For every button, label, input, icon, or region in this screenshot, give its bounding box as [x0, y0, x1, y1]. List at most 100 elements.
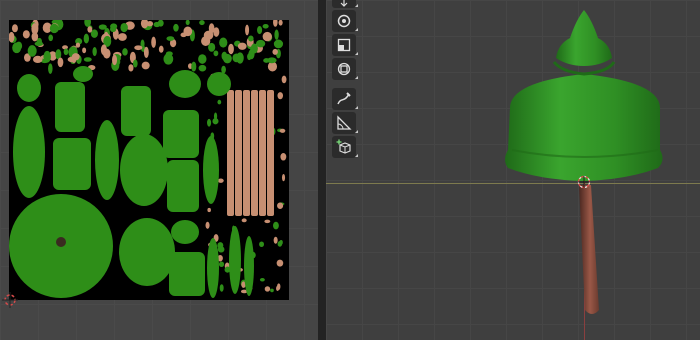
uv-island	[82, 47, 87, 54]
uv-island	[57, 57, 64, 68]
uv-island	[262, 31, 272, 42]
uv-island	[11, 24, 18, 33]
uv-island	[73, 66, 93, 82]
uv-island	[92, 47, 97, 57]
uv-island	[117, 33, 127, 41]
uv-island	[219, 261, 225, 268]
uv-island	[272, 48, 278, 55]
uv-island	[48, 63, 53, 74]
uv-island	[207, 72, 231, 96]
uv-island	[272, 221, 279, 230]
uv-island	[219, 37, 228, 48]
uv-island	[264, 286, 271, 292]
uv-island	[191, 61, 197, 72]
uv-island	[151, 36, 156, 48]
uv-island	[53, 138, 91, 190]
uv-island	[277, 241, 283, 247]
uv-island	[133, 59, 138, 68]
uv-island	[267, 57, 277, 64]
uv-island	[15, 41, 23, 51]
uv-island	[221, 65, 226, 74]
uv-editor[interactable]	[0, 0, 318, 340]
uv-island	[22, 30, 30, 39]
canopy-top	[556, 10, 612, 66]
uv-island	[163, 53, 174, 65]
uv-island	[217, 99, 222, 105]
3d-cursor-icon[interactable]	[2, 292, 18, 308]
uv-island	[229, 226, 241, 294]
uv-island	[203, 30, 214, 40]
uv-island	[223, 53, 232, 64]
uv-island	[273, 236, 278, 244]
uv-island	[169, 70, 201, 98]
uv-island	[62, 45, 68, 50]
uv-island	[122, 48, 128, 56]
uv-island	[98, 24, 107, 30]
uv-island	[280, 153, 287, 161]
uv-island	[158, 45, 164, 53]
uv-island	[277, 202, 284, 209]
uv-island	[110, 26, 117, 33]
uv-island	[213, 27, 220, 37]
uv-island	[281, 173, 286, 182]
uv-island	[212, 118, 219, 125]
uv-island	[34, 41, 44, 47]
uv-island	[228, 43, 234, 55]
uv-island	[32, 55, 43, 64]
uv-island	[13, 106, 45, 198]
uv-island	[43, 50, 51, 63]
uv-island	[270, 288, 274, 293]
uv-island	[232, 53, 241, 63]
uv-island	[48, 34, 54, 42]
uv-island	[250, 43, 258, 54]
uv-island	[100, 44, 107, 56]
uv-island	[49, 23, 59, 34]
uv-island	[166, 36, 175, 41]
uv-island	[203, 136, 219, 204]
uv-island	[278, 20, 283, 26]
uv-island	[264, 219, 271, 224]
uv-island	[183, 26, 193, 37]
uv-island	[169, 252, 205, 296]
uv-island	[75, 42, 81, 48]
uv-island	[34, 23, 39, 34]
uv-bark-strip	[267, 90, 274, 216]
uv-island	[31, 31, 39, 42]
uv-island	[120, 134, 168, 206]
uv-texture[interactable]	[9, 20, 289, 300]
uv-island	[128, 64, 134, 72]
uv-island	[241, 218, 247, 223]
uv-island	[95, 120, 119, 200]
uv-island	[134, 45, 143, 51]
uv-bark-strip	[259, 90, 266, 216]
uv-island	[163, 110, 199, 158]
uv-island	[119, 218, 175, 286]
uv-island	[205, 221, 210, 229]
uv-island	[277, 92, 284, 100]
canopy-base	[505, 74, 663, 181]
uv-island	[83, 33, 90, 44]
uv-island	[55, 82, 85, 132]
uv-island	[120, 22, 128, 33]
editor-divider[interactable]	[318, 0, 326, 340]
uv-island-hole	[56, 237, 66, 247]
uv-island	[141, 61, 150, 70]
uv-island	[27, 45, 37, 57]
tree-model[interactable]	[326, 0, 700, 340]
uv-island	[87, 26, 93, 33]
uv-island	[276, 259, 284, 267]
3d-viewport[interactable]	[326, 0, 700, 340]
uv-island	[112, 54, 118, 66]
uv-island	[257, 26, 263, 35]
uv-island	[207, 118, 212, 127]
uv-island	[219, 284, 224, 292]
uv-island	[17, 74, 41, 102]
uv-island	[213, 50, 219, 57]
uv-bark-strip	[227, 90, 234, 216]
object-origin-icon[interactable]	[577, 175, 591, 189]
uv-island	[277, 283, 281, 291]
uv-island	[71, 53, 80, 61]
uv-island	[262, 23, 269, 29]
trunk	[579, 185, 599, 314]
uv-island	[217, 178, 224, 183]
